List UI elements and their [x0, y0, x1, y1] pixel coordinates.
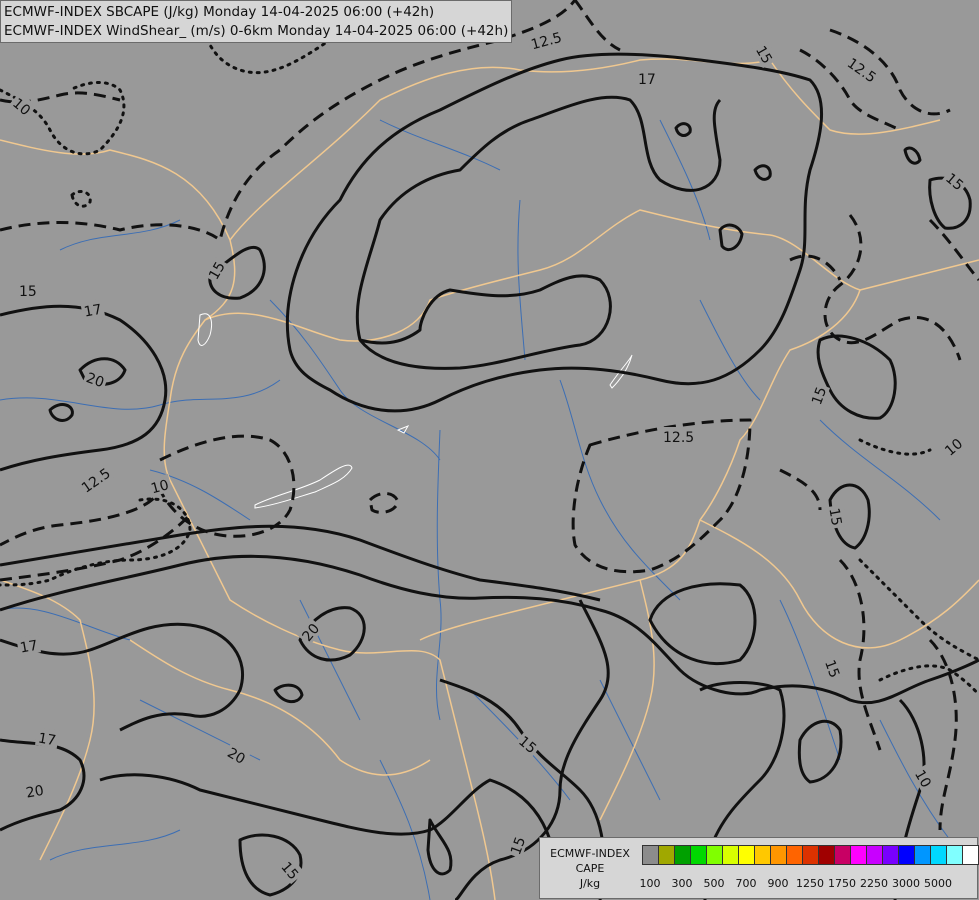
header-cape-line: ECMWF-INDEX SBCAPE (J/kg) Monday 14-04-2… [4, 4, 435, 20]
weather-map: 12.5 17 15 12.5 15 10 15 17 15 20 12.5 1… [0, 0, 979, 900]
contour-label: 20 [22, 779, 48, 802]
contour-label: 17 [80, 298, 106, 321]
header-windshear-line: ECMWF-INDEX WindShear_ (m/s) 0-6km Monda… [4, 23, 509, 39]
legend-swatch [882, 845, 899, 865]
legend-tick: 700 [735, 877, 757, 890]
contour-label: 15 [825, 504, 848, 530]
legend-tick: 1750 [828, 877, 856, 890]
legend-tick: 3000 [892, 877, 920, 890]
legend-swatch [786, 845, 803, 865]
legend-tick: 2250 [860, 877, 888, 890]
legend-swatch [706, 845, 723, 865]
legend-swatch [866, 845, 883, 865]
svg-text:17: 17 [19, 638, 39, 657]
legend-swatch [674, 845, 691, 865]
legend-swatch [962, 845, 979, 865]
svg-text:12.5: 12.5 [663, 430, 694, 446]
legend-swatch [802, 845, 819, 865]
legend-swatch [818, 845, 835, 865]
map-header: ECMWF-INDEX SBCAPE (J/kg) Monday 14-04-2… [0, 0, 513, 43]
contour-label: 12.5 [661, 427, 695, 446]
legend-title-unit: J/kg [579, 877, 601, 890]
contour-label: 17 [34, 727, 60, 749]
svg-text:17: 17 [83, 302, 103, 321]
svg-text:17: 17 [638, 72, 656, 88]
legend-tick: 900 [767, 877, 789, 890]
legend-swatch [834, 845, 851, 865]
legend-swatch [642, 845, 659, 865]
legend-title: ECMWF-INDEX CAPE J/kg [542, 846, 638, 891]
legend-tick: 300 [671, 877, 693, 890]
legend-title-model: ECMWF-INDEX [550, 847, 630, 860]
legend-tick: 5000 [924, 877, 952, 890]
legend-color-scale [642, 845, 979, 865]
legend-swatch [930, 845, 947, 865]
legend-tick-labels: 100 300 500 700 900 1250 1750 2250 3000 … [639, 877, 977, 891]
legend-tick: 500 [703, 877, 725, 890]
contour-label: 17 [16, 634, 42, 657]
legend-swatch [738, 845, 755, 865]
svg-text:15: 15 [19, 284, 37, 300]
legend-swatch [658, 845, 675, 865]
legend-swatch [690, 845, 707, 865]
cape-legend: ECMWF-INDEX CAPE J/kg 100 300 500 700 90… [539, 837, 979, 899]
contour-label: 17 [636, 69, 658, 88]
legend-title-param: CAPE [575, 862, 605, 875]
svg-text:15: 15 [825, 507, 844, 527]
contour-label: 15 [17, 281, 39, 300]
legend-tick: 1250 [796, 877, 824, 890]
legend-swatch [722, 845, 739, 865]
legend-swatch [898, 845, 915, 865]
svg-text:20: 20 [25, 783, 45, 802]
svg-text:17: 17 [37, 730, 57, 749]
legend-swatch [850, 845, 867, 865]
legend-swatch [914, 845, 931, 865]
legend-swatch [770, 845, 787, 865]
legend-swatch [754, 845, 771, 865]
legend-swatch [946, 845, 963, 865]
legend-tick: 100 [639, 877, 661, 890]
